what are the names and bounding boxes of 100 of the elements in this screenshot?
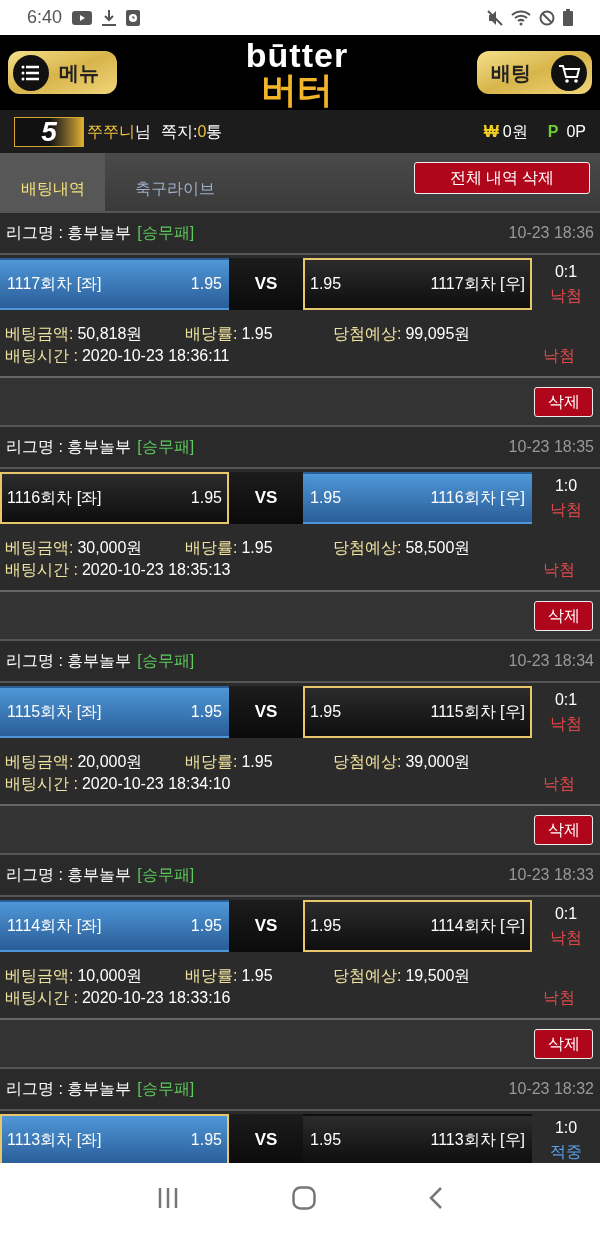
logo-text: 버터 xyxy=(261,71,333,108)
video-icon xyxy=(72,10,93,25)
expected-label: 당첨예상: xyxy=(333,965,402,986)
home-icon[interactable] xyxy=(292,1186,316,1210)
match-time: 10-23 18:32 xyxy=(508,1079,594,1099)
amount-label: 베팅금액: xyxy=(5,751,74,772)
vs-label: VS xyxy=(229,1114,303,1163)
odds-value: 1.95 xyxy=(241,323,273,344)
tab[interactable]: 배팅내역 xyxy=(0,153,105,211)
wifi-icon xyxy=(511,9,531,26)
team-option[interactable]: 1114회차 [좌] 1.95 xyxy=(0,900,229,952)
vs-label: VS xyxy=(229,258,303,310)
odds-label: 배당률: xyxy=(185,537,238,558)
odds-label: 배당률: xyxy=(185,965,238,986)
league-name: 리그명 : 흥부놀부 xyxy=(6,865,132,885)
team-option[interactable]: 1.95 1114회차 [우] xyxy=(303,900,532,952)
bet-time-label: 배팅시간 : xyxy=(5,987,78,1008)
bet-time-value: 2020-10-23 18:34:10 xyxy=(81,773,231,794)
bet-time-label: 배팅시간 : xyxy=(5,345,78,366)
download-icon xyxy=(102,9,117,26)
bet-type: [승무패] xyxy=(137,1079,195,1099)
odds-label: 배당률: xyxy=(185,323,238,344)
delete-all-button[interactable]: 전체 내역 삭제 xyxy=(414,162,590,194)
team-option[interactable]: 1.95 1116회차 [우] xyxy=(303,472,532,524)
amount-value: 50,818원 xyxy=(77,323,143,344)
expected-value: 99,095원 xyxy=(405,323,471,344)
vs-label: VS xyxy=(229,900,303,952)
odds-label: 배당률: xyxy=(185,751,238,772)
match-time: 10-23 18:35 xyxy=(508,437,594,457)
cart-icon xyxy=(551,54,587,91)
team-option[interactable]: 1113회차 [좌] 1.95 xyxy=(0,1114,229,1163)
status-text: 낙첨 xyxy=(543,559,575,580)
amount-value: 10,000원 xyxy=(77,965,143,986)
nickname: 쭈쭈니 xyxy=(87,121,135,142)
expected-label: 당첨예상: xyxy=(333,323,402,344)
amount-value: 30,000원 xyxy=(77,537,143,558)
score: 0:1 xyxy=(554,690,578,710)
level-badge: 5 xyxy=(14,116,84,147)
bet-time-label: 배팅시간 : xyxy=(5,559,78,580)
delete-button[interactable]: 삭제 xyxy=(534,814,593,845)
bet-time-value: 2020-10-23 18:35:13 xyxy=(81,559,231,580)
bet-type: [승무패] xyxy=(137,865,195,885)
team-option[interactable]: 1117회차 [좌] 1.95 xyxy=(0,258,229,310)
match-time: 10-23 18:36 xyxy=(508,223,594,243)
expected-value: 39,000원 xyxy=(405,751,471,772)
messages-count: 0 xyxy=(197,121,207,142)
team-option[interactable]: 1.95 1115회차 [우] xyxy=(303,686,532,738)
back-icon[interactable] xyxy=(429,1187,444,1209)
result-text: 낙첨 xyxy=(550,286,582,306)
status-text: 낙첨 xyxy=(543,773,575,794)
bet-time-value: 2020-10-23 18:36:11 xyxy=(81,345,230,366)
mute-icon xyxy=(487,9,503,26)
score: 0:1 xyxy=(554,262,578,282)
result-text: 낙첨 xyxy=(550,714,582,734)
messages-label: 쪽지: xyxy=(161,121,198,142)
won-icon: ₩ xyxy=(483,119,499,144)
team-option[interactable]: 1.95 1113회차 [우] xyxy=(303,1114,532,1163)
league-name: 리그명 : 흥부놀부 xyxy=(6,437,132,457)
match-time: 10-23 18:33 xyxy=(508,865,594,885)
status-text: 낙첨 xyxy=(543,345,575,366)
menu-button[interactable]: 메뉴 xyxy=(8,51,117,94)
status-text: 낙첨 xyxy=(543,987,575,1008)
score: 0:1 xyxy=(554,904,578,924)
result-text: 낙첨 xyxy=(550,928,582,948)
result-text: 적중 xyxy=(550,1142,582,1162)
bet-type: [승무패] xyxy=(137,437,195,457)
recent-apps-icon[interactable] xyxy=(156,1188,179,1208)
league-name: 리그명 : 흥부놀부 xyxy=(6,223,132,243)
expected-value: 19,500원 xyxy=(405,965,471,986)
status-time: 6:40 xyxy=(27,6,63,29)
score: 1:0 xyxy=(554,476,578,496)
league-name: 리그명 : 흥부놀부 xyxy=(6,651,132,671)
tab[interactable]: 축구라이브 xyxy=(105,153,245,211)
score: 1:0 xyxy=(554,1118,578,1138)
amount-value: 20,000원 xyxy=(77,751,143,772)
logo-text: būtter xyxy=(245,37,349,72)
odds-value: 1.95 xyxy=(241,537,273,558)
bet-button[interactable]: 배팅 xyxy=(477,51,592,94)
expected-label: 당첨예상: xyxy=(333,751,402,772)
honorific-text: 님 xyxy=(135,121,151,142)
list-icon xyxy=(13,54,49,91)
team-option[interactable]: 1116회차 [좌] 1.95 xyxy=(0,472,229,524)
clock-icon xyxy=(126,9,141,26)
messages-unit: 통 xyxy=(206,121,223,142)
delete-button[interactable]: 삭제 xyxy=(534,1028,593,1059)
league-name: 리그명 : 흥부놀부 xyxy=(6,1079,132,1099)
bet-type: [승무패] xyxy=(137,651,195,671)
delete-button[interactable]: 삭제 xyxy=(534,386,593,417)
blocked-icon xyxy=(539,9,555,26)
vs-label: VS xyxy=(229,686,303,738)
match-time: 10-23 18:34 xyxy=(508,651,594,671)
odds-value: 1.95 xyxy=(241,751,273,772)
vs-label: VS xyxy=(229,472,303,524)
amount-label: 베팅금액: xyxy=(5,537,74,558)
cash-amount: 0원 xyxy=(502,121,528,142)
bet-time-value: 2020-10-23 18:33:16 xyxy=(81,987,231,1008)
delete-button[interactable]: 삭제 xyxy=(534,600,593,631)
team-option[interactable]: 1.95 1117회차 [우] xyxy=(303,258,532,310)
team-option[interactable]: 1115회차 [좌] 1.95 xyxy=(0,686,229,738)
battery-icon xyxy=(563,9,573,26)
